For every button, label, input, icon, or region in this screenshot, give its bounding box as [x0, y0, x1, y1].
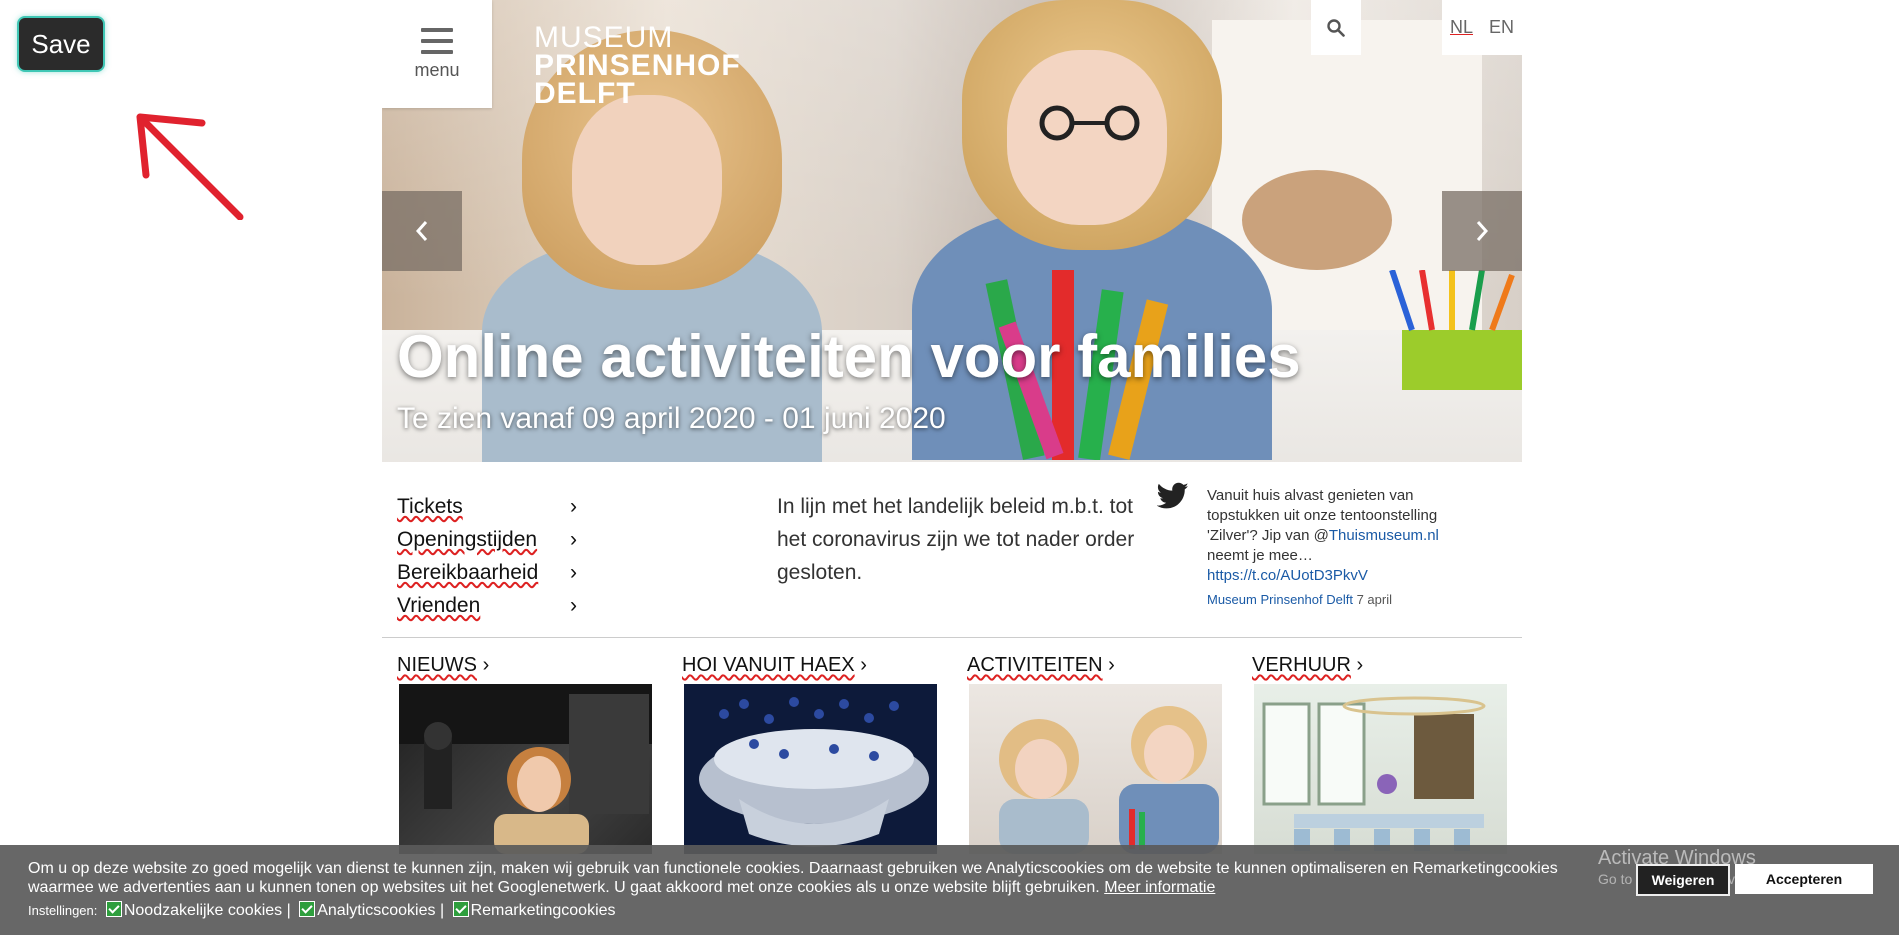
logo-line-2: PRINSENHOF: [534, 49, 741, 82]
tweet-date: 7 april: [1352, 592, 1392, 607]
slider-prev-button[interactable]: [382, 191, 462, 271]
cookie-option-label: Noodzakelijke cookies: [123, 902, 283, 919]
cookie-message: Om u op deze website zo goed mogelijk va…: [28, 860, 1558, 896]
cookie-consent-bar: Activate Windows Go to Settings to activ…: [0, 845, 1899, 935]
cookie-option-label: Remarketingcookies: [470, 902, 616, 919]
chevron-right-icon: ›: [570, 593, 577, 617]
cookie-settings-label: Instellingen:: [28, 903, 98, 918]
tweet-url-link[interactable]: https://t.co/AUotD3PkvV: [1207, 567, 1368, 584]
search-icon: [1327, 18, 1345, 37]
cookie-text: Om u op deze website zo goed mogelijk va…: [28, 859, 1588, 897]
section-verhuur: VERHUUR ›: [1252, 652, 1507, 854]
language-nl[interactable]: NL: [1450, 17, 1473, 38]
section-image-haex[interactable]: [684, 684, 937, 854]
language-en[interactable]: EN: [1489, 17, 1514, 38]
annotation-arrow-icon: [136, 113, 244, 220]
section-heading-label: NIEUWS: [397, 654, 477, 676]
chevron-right-icon: ›: [1356, 654, 1364, 676]
section-heading-label: HOI VANUIT HAEX: [682, 654, 855, 676]
logo-line-1: MUSEUM: [534, 21, 674, 54]
tweet-meta: Museum Prinsenhof Delft 7 april: [1207, 592, 1392, 607]
save-button[interactable]: Save: [17, 16, 105, 72]
language-switcher: NL EN: [1442, 0, 1522, 55]
section-heading-label: ACTIVITEITEN: [967, 654, 1103, 676]
children-drawing-image: [999, 706, 1219, 854]
tweet-author-link[interactable]: Museum Prinsenhof Delft: [1207, 592, 1353, 607]
cookie-option-label: Analyticscookies: [317, 902, 436, 919]
chevron-right-icon: ›: [860, 654, 867, 676]
chevron-left-icon: [415, 221, 428, 241]
quick-links: Tickets › Openingstijden › Bereikbaarheid ›…: [397, 490, 577, 622]
hamburger-icon: [421, 27, 453, 54]
section-image-nieuws[interactable]: [399, 684, 652, 854]
hero-subtitle: Te zien vanaf 09 april 2020 - 01 juni 20…: [397, 402, 946, 435]
section-heading-label: VERHUUR: [1252, 654, 1351, 676]
twitter-icon: [1157, 482, 1189, 509]
quick-link-vrienden[interactable]: Vrienden ›: [397, 589, 577, 622]
section-hoi-vanuit-haex: HOI VANUIT HAEX ›: [682, 652, 937, 854]
checkbox-analytics-cookies[interactable]: [299, 901, 316, 917]
logo-line-3: DELFT: [534, 77, 636, 110]
chevron-right-icon: ›: [482, 654, 490, 676]
section-heading-link[interactable]: NIEUWS ›: [397, 652, 652, 682]
quick-link-tickets[interactable]: Tickets ›: [397, 490, 577, 523]
slider-next-button[interactable]: [1442, 191, 1522, 271]
tweet-text: Vanuit huis alvast genieten van topstukk…: [1207, 486, 1477, 586]
quick-link-label: Vrienden: [397, 593, 481, 617]
hero-child-left-face: [572, 95, 722, 265]
tweet-body-end: neemt je mee…: [1207, 547, 1313, 564]
search-button[interactable]: [1311, 0, 1361, 55]
chevron-right-icon: ›: [570, 494, 577, 518]
section-image-verhuur[interactable]: [1254, 684, 1507, 854]
checkbox-remarketing-cookies[interactable]: [452, 901, 469, 917]
checkbox-necessary-cookies[interactable]: [105, 901, 122, 917]
hero-slider: Online activiteiten voor families Te zie…: [382, 0, 1522, 462]
menu-button[interactable]: menu: [382, 0, 492, 108]
quick-link-label: Bereikbaarheid: [397, 560, 539, 584]
chevron-right-icon: ›: [570, 560, 577, 584]
chevron-right-icon: ›: [1108, 654, 1115, 676]
section-nieuws: NIEUWS ›: [397, 652, 652, 854]
chevron-right-icon: ›: [570, 527, 577, 551]
silver-tureen-image: [699, 697, 929, 847]
hero-glasses-icon: [1039, 105, 1140, 141]
tweet-mention-link[interactable]: Thuismuseum.nl: [1329, 527, 1439, 544]
quick-link-label: Openingstijden: [397, 527, 538, 551]
quick-link-bereikbaarheid[interactable]: Bereikbaarheid ›: [397, 556, 577, 589]
chevron-right-icon: [1476, 221, 1489, 241]
closure-notice: In lijn met het landelijk beleid m.b.t. …: [777, 495, 1135, 584]
site-logo[interactable]: MUSEUM PRINSENHOF DELFT: [534, 21, 741, 110]
museum-site: Online activiteiten voor families Te zie…: [382, 0, 1522, 637]
section-heading-link[interactable]: ACTIVITEITEN ›: [967, 652, 1222, 682]
section-image-activiteiten[interactable]: [969, 684, 1222, 854]
cookie-more-info-link[interactable]: Meer informatie: [1104, 879, 1215, 896]
hero-title: Online activiteiten voor families: [397, 323, 1301, 390]
reject-cookies-button[interactable]: Weigeren: [1636, 864, 1730, 896]
woman-with-camera-image: [399, 684, 652, 854]
quick-link-openingstijden[interactable]: Openingstijden ›: [397, 523, 577, 556]
menu-label: menu: [414, 59, 460, 80]
section-heading-link[interactable]: VERHUUR ›: [1252, 652, 1507, 682]
section-divider: [382, 637, 1522, 638]
section-heading-link[interactable]: HOI VANUIT HAEX ›: [682, 652, 937, 682]
section-activiteiten: ACTIVITEITEN ›: [967, 652, 1222, 854]
cookie-separator: |: [439, 902, 445, 919]
quick-link-label: Tickets: [397, 494, 463, 518]
hero-palette: [1242, 170, 1392, 270]
meeting-room-image: [1262, 696, 1486, 851]
info-section: Tickets › Openingstijden › Bereikbaarheid ›…: [382, 462, 1522, 637]
cookie-settings: Instellingen: Noodzakelijke cookies | An…: [28, 901, 616, 920]
cookie-separator: |: [286, 902, 291, 919]
hero-pencils-icon: [1389, 270, 1522, 390]
accept-cookies-button[interactable]: Accepteren: [1735, 864, 1873, 894]
